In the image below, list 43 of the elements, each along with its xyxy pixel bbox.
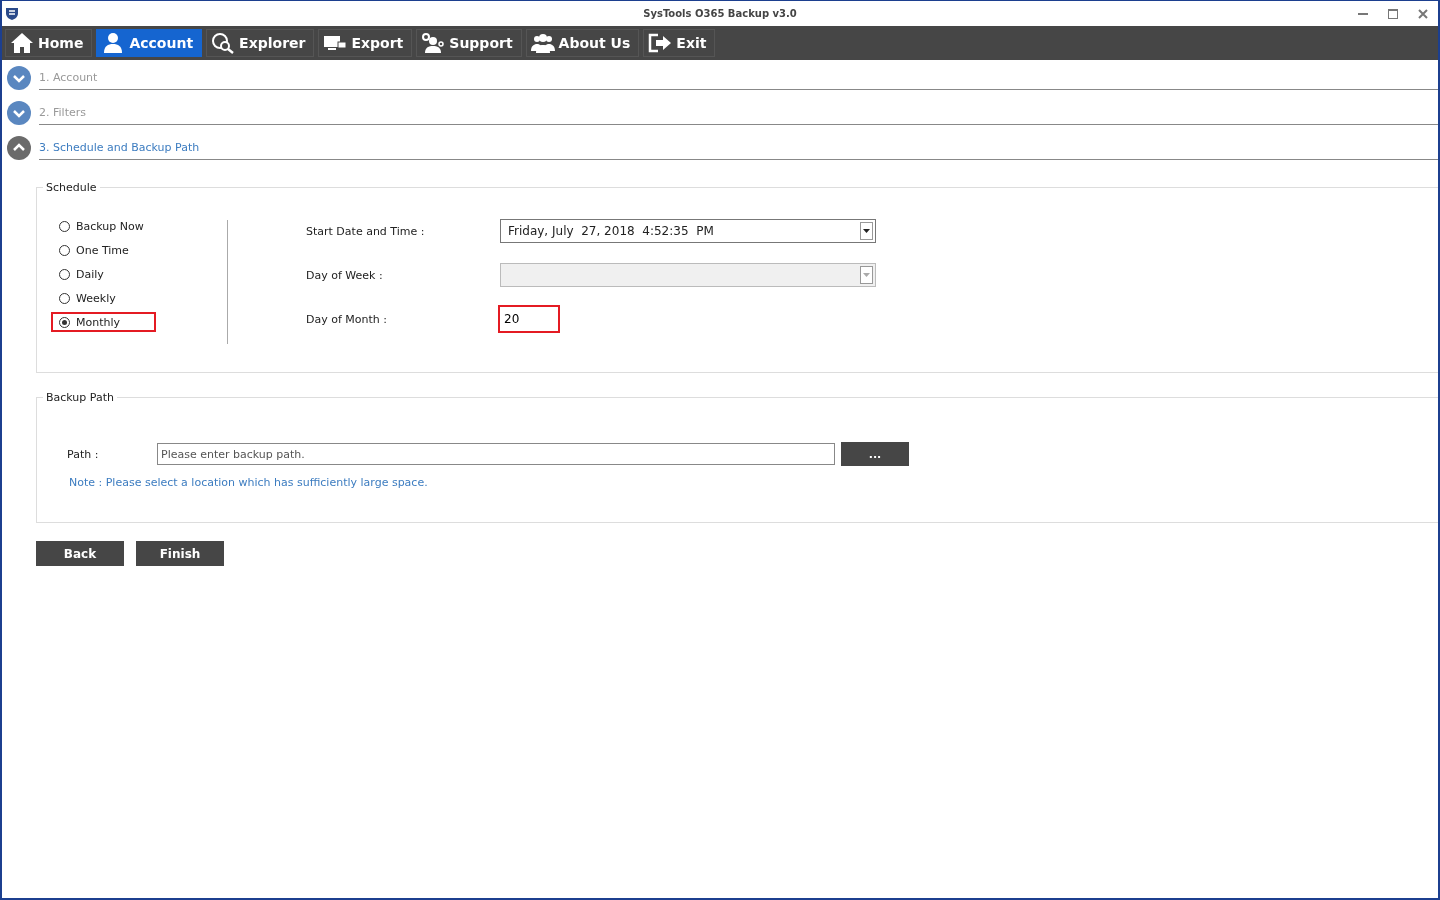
toolbar-button[interactable]: About Us [525, 29, 640, 57]
exit-icon [648, 32, 673, 54]
radio-option[interactable]: Daily [51, 264, 156, 284]
window-title: SysTools O365 Backup v3.0 [643, 8, 797, 19]
radio-option[interactable]: One Time [51, 240, 156, 260]
house-icon [10, 32, 34, 54]
field-label: Day of Week : [306, 268, 384, 282]
option-label: Monthly [76, 315, 121, 329]
field-label: Day of Month : [306, 312, 388, 326]
radio-option[interactable]: Weekly [51, 288, 156, 308]
input-field[interactable]: Please enter backup path. [157, 443, 835, 465]
nav-button[interactable]: Finish [136, 541, 224, 566]
toolbar-button[interactable]: Support [416, 29, 522, 57]
toolbar-button[interactable]: Exit [643, 29, 716, 57]
toolbar-button[interactable]: Account [96, 29, 203, 57]
person-gears-icon [421, 32, 446, 54]
group-title: Schedule [45, 181, 98, 194]
radio-option[interactable]: Monthly [51, 312, 156, 332]
group-title: Backup Path [45, 391, 115, 404]
option-label: Backup Now [76, 219, 144, 233]
nav-button[interactable]: Back [36, 541, 124, 566]
maximize-icon[interactable] [1388, 8, 1398, 19]
input-field[interactable]: 20 [498, 305, 560, 333]
option-label: One Time [76, 243, 129, 257]
field-label: Path : [67, 447, 100, 461]
browse-button[interactable]: ... [841, 442, 909, 466]
toolbar-button[interactable]: Export [318, 29, 413, 57]
radio-option[interactable]: Backup Now [51, 216, 156, 236]
note-text: Note : Please select a location which has sufficiently large space. [68, 475, 429, 489]
toolbar-button[interactable]: Explorer [206, 29, 315, 57]
field-label: Start Date and Time : [306, 224, 426, 238]
toolbar-button[interactable]: Home [5, 29, 93, 57]
close-icon[interactable] [1418, 8, 1428, 19]
app-logo-icon [5, 6, 19, 21]
collapse-icon[interactable] [7, 135, 31, 160]
expand-icon[interactable] [7, 100, 31, 125]
expand-icon[interactable] [7, 65, 31, 90]
step-header[interactable]: 3. Schedule and Backup Path [39, 140, 200, 154]
option-label: Daily [76, 267, 104, 281]
globe-search-icon [211, 32, 236, 54]
date-time-picker[interactable]: Friday, July 27, 2018 4:52:35 PM [500, 219, 876, 243]
people-icon [530, 32, 555, 54]
option-label: Weekly [76, 291, 116, 305]
